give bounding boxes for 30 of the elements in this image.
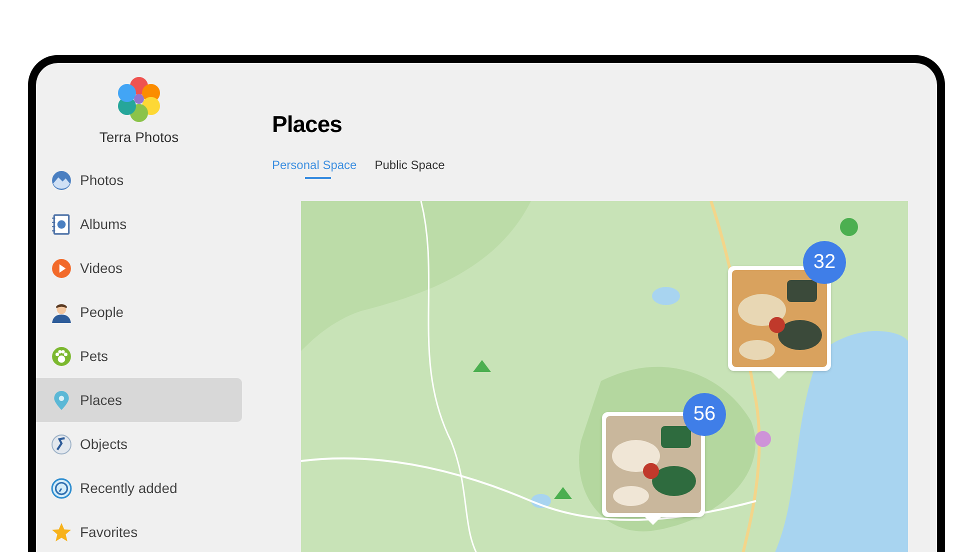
- album-icon: [51, 214, 72, 234]
- play-icon: [51, 258, 72, 278]
- sidebar-item[interactable]: Photos: [36, 158, 242, 202]
- sidebar-label: Objects: [80, 434, 128, 454]
- sidebar-item[interactable]: Videos: [36, 246, 242, 290]
- sidebar-item[interactable]: Objects: [36, 422, 242, 466]
- clock-icon: [51, 478, 72, 498]
- location-pin-icon: [51, 390, 72, 410]
- sidebar-label: People: [80, 302, 124, 322]
- person-icon: [51, 302, 72, 322]
- sidebar-label: Photos: [80, 170, 124, 190]
- photo-icon: [51, 170, 72, 190]
- sidebar-label: Favorites: [80, 522, 138, 542]
- sidebar-item[interactable]: Favorites: [36, 510, 242, 552]
- sidebar-label: Videos: [80, 258, 123, 278]
- tab[interactable]: Public Space: [374, 156, 445, 178]
- sidebar-label: Recently added: [80, 478, 178, 498]
- sidebar-label: Places: [80, 390, 122, 410]
- sidebar-item[interactable]: People: [36, 290, 242, 334]
- star-icon: [51, 522, 72, 542]
- sidebar-item[interactable]: Places: [36, 378, 242, 422]
- page-title: Places: [272, 110, 343, 139]
- flower-logo: [117, 76, 161, 122]
- sidebar-item[interactable]: Albums: [36, 202, 242, 246]
- sidebar-label: Pets: [80, 346, 108, 366]
- sidebar-item[interactable]: Recently added: [36, 466, 242, 510]
- sidebar-item[interactable]: Pets: [36, 334, 242, 378]
- sidebar-label: Albums: [80, 214, 127, 234]
- paw-icon: [51, 346, 72, 366]
- app-name: Terra Photos: [99, 128, 179, 147]
